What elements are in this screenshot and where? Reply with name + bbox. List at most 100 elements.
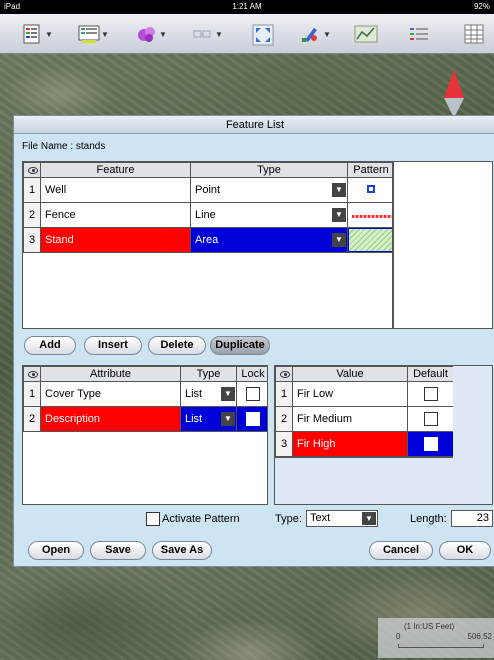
attribute-column-header: Attribute bbox=[40, 366, 181, 382]
shapes-button[interactable]: ▼ bbox=[136, 22, 167, 46]
feature-type-value: Line bbox=[195, 209, 216, 221]
lock-checkbox[interactable] bbox=[246, 412, 260, 426]
open-button[interactable]: Open bbox=[28, 541, 84, 560]
value-table: Value Default 1 Fir Low 2 Fir Medium 3 F… bbox=[275, 366, 454, 457]
zoom-extent-button[interactable] bbox=[252, 22, 274, 46]
pattern-column-header: Pattern bbox=[347, 162, 392, 178]
edit-tools-button[interactable]: ▼ bbox=[300, 22, 331, 46]
attribute-type-value: List bbox=[185, 388, 203, 400]
main-toolbar: ▼ ▼ ▼ ▼ ▼ bbox=[0, 14, 494, 54]
attribute-name-cell[interactable]: Description bbox=[40, 406, 181, 432]
visibility-header[interactable] bbox=[275, 366, 293, 382]
pattern-cell[interactable] bbox=[347, 202, 392, 228]
row-number: 3 bbox=[23, 227, 41, 253]
legend-button[interactable] bbox=[408, 22, 428, 46]
lock-cell[interactable] bbox=[236, 381, 267, 407]
layers-icon bbox=[22, 24, 42, 44]
dropdown-arrow-icon[interactable]: ▼ bbox=[362, 512, 376, 525]
eye-icon bbox=[28, 370, 38, 378]
activate-pattern-label: Activate Pattern bbox=[162, 513, 240, 525]
feature-type-value: Area bbox=[195, 234, 219, 246]
attribute-type-cell[interactable]: List ▼ bbox=[180, 381, 237, 407]
default-cell[interactable] bbox=[407, 431, 454, 457]
default-cell[interactable] bbox=[407, 406, 454, 432]
feature-table-empty-area bbox=[393, 161, 493, 329]
length-label: Length: bbox=[410, 513, 447, 525]
value-column-header: Value bbox=[292, 366, 408, 382]
feature-button[interactable]: ▼ bbox=[78, 22, 109, 46]
default-checkbox[interactable] bbox=[423, 387, 438, 401]
default-checkbox[interactable] bbox=[423, 412, 438, 426]
feature-type-cell[interactable]: Line ▼ bbox=[190, 202, 348, 228]
value-cell[interactable]: Fir Medium bbox=[292, 406, 408, 432]
table-row-selected[interactable]: 3 Fir High bbox=[275, 431, 454, 457]
area-pattern-icon bbox=[349, 229, 392, 251]
battery-level: 92% bbox=[473, 2, 490, 11]
feature-table-panel: Feature Type Pattern 1 Well Point ▼ 2 Fen… bbox=[22, 161, 393, 329]
legend-icon bbox=[408, 24, 428, 44]
value-table-empty-area bbox=[453, 366, 492, 504]
feature-table: Feature Type Pattern 1 Well Point ▼ 2 Fen… bbox=[23, 162, 392, 253]
insert-button[interactable]: Insert bbox=[84, 336, 142, 355]
cancel-button[interactable]: Cancel bbox=[369, 541, 433, 560]
table-row[interactable]: 1 Well Point ▼ bbox=[23, 177, 392, 203]
save-as-button[interactable]: Save As bbox=[152, 541, 212, 560]
value-table-panel: Value Default 1 Fir Low 2 Fir Medium 3 F… bbox=[274, 365, 493, 505]
table-row[interactable]: 2 Fence Line ▼ bbox=[23, 202, 392, 228]
table-row-selected[interactable]: 2 Description List ▼ bbox=[23, 406, 267, 432]
table-icon bbox=[464, 24, 484, 44]
feature-type-cell[interactable]: Area ▼ bbox=[190, 227, 348, 253]
lock-checkbox[interactable] bbox=[246, 387, 260, 401]
gps-button[interactable]: ▼ bbox=[192, 22, 223, 46]
scale-bar: (1 In:US Feet) 0 506.52 bbox=[378, 618, 494, 658]
value-cell[interactable]: Fir Low bbox=[292, 381, 408, 407]
default-checkbox[interactable] bbox=[423, 437, 438, 451]
point-pattern-icon bbox=[367, 185, 375, 193]
feature-name-cell[interactable]: Stand bbox=[40, 227, 191, 253]
measure-button[interactable] bbox=[354, 22, 378, 46]
table-row-selected[interactable]: 3 Stand Area ▼ bbox=[23, 227, 392, 253]
visibility-header[interactable] bbox=[23, 366, 41, 382]
ok-button[interactable]: OK bbox=[439, 541, 491, 560]
type-select[interactable]: Text ▼ bbox=[306, 510, 378, 527]
clock: 1:21 AM bbox=[232, 2, 262, 11]
attribute-name-cell[interactable]: Cover Type bbox=[40, 381, 181, 407]
dropdown-arrow-icon[interactable]: ▼ bbox=[221, 387, 235, 401]
feature-column-header: Feature bbox=[40, 162, 191, 178]
dropdown-arrow-icon[interactable]: ▼ bbox=[332, 183, 346, 197]
scale-line bbox=[398, 644, 484, 648]
save-button[interactable]: Save bbox=[90, 541, 146, 560]
add-button[interactable]: Add bbox=[24, 336, 76, 355]
file-name-label: File Name : stands bbox=[22, 141, 106, 152]
duplicate-button[interactable]: Duplicate bbox=[210, 336, 270, 355]
feature-type-cell[interactable]: Point ▼ bbox=[190, 177, 348, 203]
lock-cell[interactable] bbox=[236, 406, 267, 432]
attribute-type-cell[interactable]: List ▼ bbox=[180, 406, 237, 432]
visibility-header[interactable] bbox=[23, 162, 41, 178]
type-label: Type: bbox=[275, 513, 302, 525]
default-cell[interactable] bbox=[407, 381, 454, 407]
table-row[interactable]: 1 Cover Type List ▼ bbox=[23, 381, 267, 407]
zoom-extent-icon bbox=[252, 24, 274, 46]
delete-button[interactable]: Delete bbox=[148, 336, 206, 355]
dropdown-arrow-icon[interactable]: ▼ bbox=[332, 233, 346, 247]
layers-button[interactable]: ▼ bbox=[22, 22, 53, 46]
table-row[interactable]: 2 Fir Medium bbox=[275, 406, 454, 432]
table-row[interactable]: 1 Fir Low bbox=[275, 381, 454, 407]
activate-pattern-checkbox[interactable] bbox=[146, 512, 160, 526]
pattern-cell[interactable] bbox=[347, 177, 392, 203]
feature-name-cell[interactable]: Well bbox=[40, 177, 191, 203]
pattern-cell[interactable] bbox=[347, 227, 392, 253]
dropdown-arrow-icon[interactable]: ▼ bbox=[332, 208, 346, 222]
dropdown-arrow-icon[interactable]: ▼ bbox=[221, 412, 235, 426]
compass-icon[interactable] bbox=[441, 68, 467, 120]
table-button[interactable] bbox=[464, 22, 484, 46]
shapes-icon bbox=[136, 24, 156, 44]
value-table-filler bbox=[275, 457, 453, 504]
feature-name-cell[interactable]: Fence bbox=[40, 202, 191, 228]
length-input[interactable]: 23 bbox=[451, 510, 493, 527]
attr-type-column-header: Type bbox=[180, 366, 237, 382]
feature-icon bbox=[78, 24, 100, 44]
value-cell[interactable]: Fir High bbox=[292, 431, 408, 457]
row-number: 2 bbox=[23, 202, 41, 228]
